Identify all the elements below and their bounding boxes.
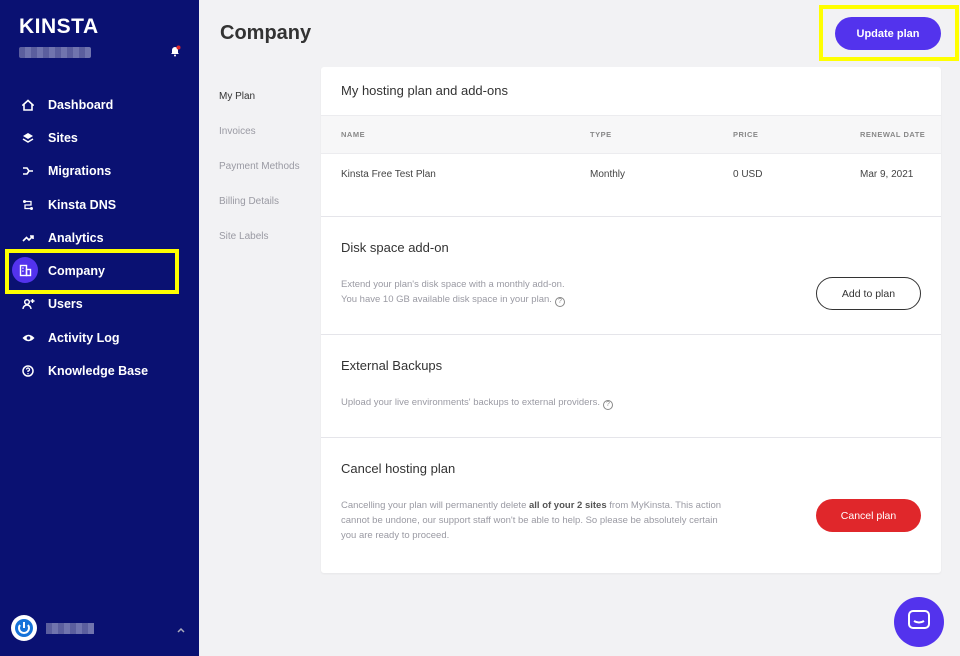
page-title: Company [220, 22, 312, 44]
divider [321, 334, 941, 335]
user-menu[interactable] [11, 615, 191, 641]
sidebar-item-migrations[interactable]: Migrations [0, 155, 199, 188]
disk-description-line1: Extend your plan's disk space with a mon… [341, 279, 565, 290]
dns-icon [20, 197, 36, 213]
company-subnav: My Plan Invoices Payment Methods Billing… [219, 90, 300, 265]
plan-table-header: NAME TYPE PRICE RENEWAL DATE [321, 115, 941, 154]
cancel-desc-part1: Cancelling your plan will permanently de… [341, 500, 529, 511]
sidebar-item-label: Users [48, 297, 83, 312]
tab-billing-details[interactable]: Billing Details [219, 195, 300, 230]
chat-icon [907, 609, 931, 636]
question-icon [20, 363, 36, 379]
cancel-section-title: Cancel hosting plan [341, 461, 456, 476]
company-highlight-box [5, 249, 179, 294]
add-to-plan-button[interactable]: Add to plan [816, 277, 921, 310]
cancel-desc-bold: all of your 2 sites [529, 500, 607, 511]
company-name-redacted [19, 47, 91, 58]
tab-site-labels[interactable]: Site Labels [219, 230, 300, 265]
user-name-redacted [46, 623, 94, 634]
help-icon[interactable]: ? [554, 297, 565, 307]
help-icon[interactable]: ? [602, 400, 613, 410]
cancel-description: Cancelling your plan will permanently de… [341, 498, 721, 543]
layers-icon [20, 130, 36, 146]
column-renewal-date: RENEWAL DATE [860, 130, 926, 139]
sidebar-item-label: Analytics [48, 230, 104, 245]
divider [321, 216, 941, 217]
cancel-plan-button[interactable]: Cancel plan [816, 499, 921, 532]
sidebar-item-label: Knowledge Base [48, 364, 149, 379]
tab-my-plan[interactable]: My Plan [219, 90, 300, 125]
sidebar-item-label: Activity Log [48, 330, 120, 345]
plan-section-title: My hosting plan and add-ons [341, 83, 508, 98]
sidebar-nav: Dashboard Sites Migrations Kinsta DNS An… [0, 88, 199, 388]
kinsta-logo[interactable]: KINSTA [19, 15, 99, 39]
disk-description-line2: You have 10 GB available disk space in y… [341, 292, 565, 307]
home-icon [20, 97, 36, 113]
migrations-icon [20, 163, 36, 179]
tab-invoices[interactable]: Invoices [219, 125, 300, 160]
tab-payment-methods[interactable]: Payment Methods [219, 160, 300, 195]
sidebar-item-label: Kinsta DNS [48, 197, 117, 212]
sidebar-item-sites[interactable]: Sites [0, 121, 199, 154]
backups-description: Upload your live environments' backups t… [341, 395, 613, 410]
divider [321, 437, 941, 438]
sidebar-item-kinsta-dns[interactable]: Kinsta DNS [0, 188, 199, 221]
sidebar-item-knowledge-base[interactable]: Knowledge Base [0, 354, 199, 387]
bell-icon[interactable] [168, 44, 182, 58]
chat-launcher-button[interactable] [894, 597, 944, 647]
plan-card: My hosting plan and add-ons NAME TYPE PR… [321, 67, 941, 573]
plan-name-cell: Kinsta Free Test Plan [341, 169, 436, 180]
avatar[interactable] [11, 615, 37, 641]
sidebar: KINSTA Dashboard Sites Migrations Kinsta… [0, 0, 199, 656]
disk-description: Extend your plan's disk space with a mon… [341, 277, 565, 307]
sidebar-item-activity-log[interactable]: Activity Log [0, 321, 199, 354]
backups-description-text: Upload your live environments' backups t… [341, 397, 600, 408]
column-type: TYPE [590, 130, 612, 139]
sidebar-item-label: Sites [48, 130, 78, 145]
plan-renewal-cell: Mar 9, 2021 [860, 169, 914, 180]
chevron-up-icon[interactable] [176, 622, 186, 633]
user-plus-icon [20, 296, 36, 312]
plan-type-cell: Monthly [590, 169, 626, 180]
sidebar-item-label: Migrations [48, 164, 112, 179]
column-price: PRICE [733, 130, 759, 139]
disk-section-title: Disk space add-on [341, 240, 449, 255]
update-plan-button[interactable]: Update plan [835, 17, 941, 50]
plan-price-cell: 0 USD [733, 169, 763, 180]
column-name: NAME [341, 130, 366, 139]
disk-description-line2-text: You have 10 GB available disk space in y… [341, 294, 552, 305]
backups-section-title: External Backups [341, 358, 443, 373]
sidebar-item-dashboard[interactable]: Dashboard [0, 88, 199, 121]
sidebar-item-label: Dashboard [48, 97, 114, 112]
trend-icon [20, 230, 36, 246]
eye-icon [20, 330, 36, 346]
